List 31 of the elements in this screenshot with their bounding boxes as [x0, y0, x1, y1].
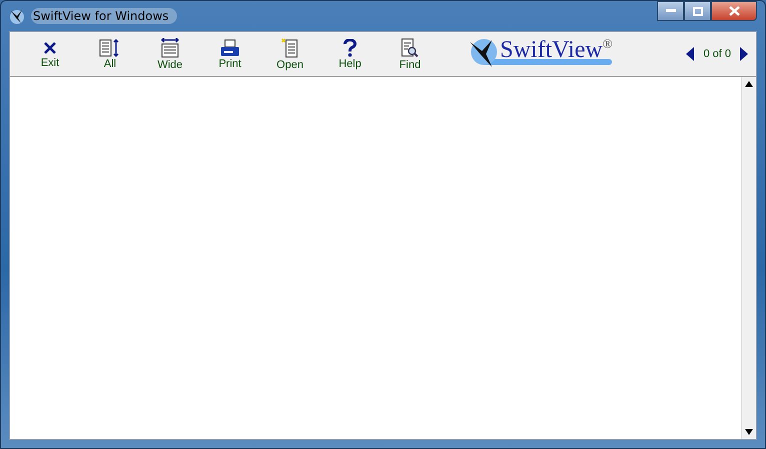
toolbar-button[interactable]: Print	[200, 38, 260, 70]
next-page-button[interactable]	[740, 47, 748, 61]
left-triangle-icon	[686, 47, 694, 61]
toolbar-button[interactable]: Wide	[140, 38, 200, 70]
previous-page-button[interactable]	[686, 47, 694, 61]
close-button[interactable]	[711, 1, 757, 21]
help-icon	[343, 38, 357, 56]
scrollbar[interactable]	[741, 77, 756, 439]
toolbar-button[interactable]: Exit	[20, 40, 80, 68]
logo: SwiftView$^{®}$	[468, 37, 618, 71]
toolbar-button[interactable]: Open	[260, 38, 320, 70]
up-triangle-icon[interactable]	[745, 81, 753, 87]
maximize-button[interactable]	[684, 1, 711, 21]
bird-icon	[9, 8, 25, 24]
minimize-icon	[666, 9, 676, 13]
toolbar-button[interactable]: All	[80, 38, 140, 70]
document-arrow-icon	[160, 38, 180, 58]
minimize-button[interactable]	[657, 1, 684, 21]
document-arrow-icon	[99, 38, 121, 56]
page-counter: 0 of 0	[703, 48, 731, 60]
toolbar-button[interactable]: Help	[320, 38, 380, 70]
right-triangle-icon	[740, 47, 748, 61]
toolbar-button[interactable]: Find	[380, 38, 440, 70]
document-icon	[281, 38, 299, 58]
document-search-icon	[401, 38, 419, 58]
close-icon	[42, 40, 58, 56]
close-icon	[728, 6, 740, 16]
maximize-icon	[692, 6, 702, 16]
window-title: SwiftView for Windows	[31, 8, 177, 24]
down-triangle-icon[interactable]	[745, 429, 753, 435]
printer-icon	[220, 38, 240, 56]
